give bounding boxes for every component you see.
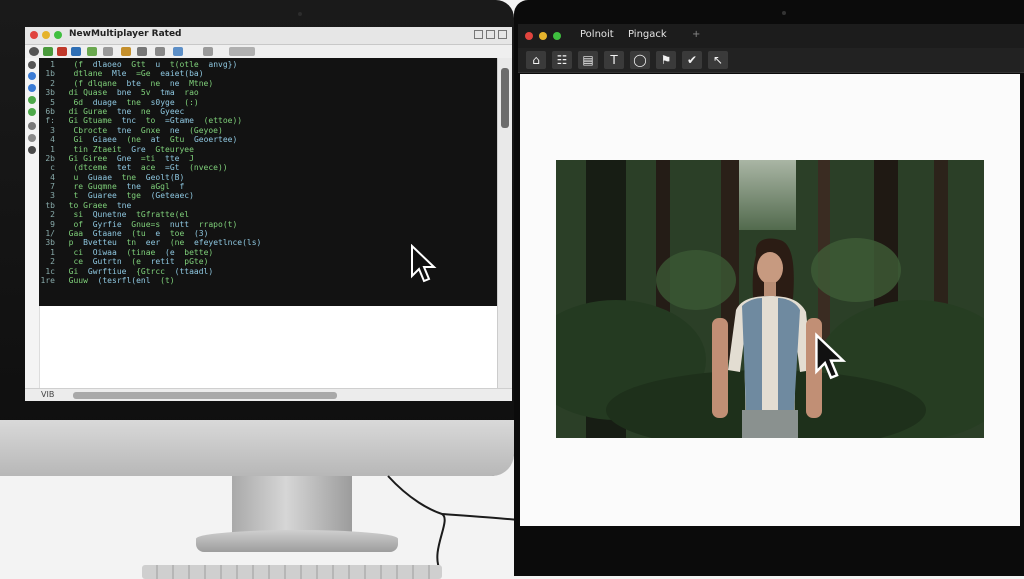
tab-polnoit[interactable]: Polnoit (580, 29, 614, 40)
code-line: 3 Cbrocte tne Gnxe ne (Geyoe) (50, 125, 223, 135)
gutter-arrow-icon[interactable] (28, 134, 36, 142)
horizontal-scrollbar[interactable]: VIB (25, 388, 512, 401)
editor-side-gutter (25, 58, 40, 388)
debug-icon[interactable] (71, 47, 81, 56)
layout-icon[interactable]: ▤ (578, 51, 598, 69)
stamp-icon[interactable]: ⚑ (656, 51, 676, 69)
gutter-star-icon[interactable] (28, 146, 36, 154)
photo-scene (556, 160, 984, 438)
horizontal-scrollbar-thumb[interactable] (73, 392, 337, 399)
minimize-window-icon[interactable] (42, 31, 50, 39)
search-icon[interactable] (203, 47, 213, 56)
vertical-scrollbar-thumb[interactable] (501, 68, 509, 128)
code-editor-window: NewMultiplayer Rated 1 (f dlaoeo Gtt u t… (25, 27, 512, 401)
new-tab-button[interactable]: + (692, 29, 700, 40)
close-window-icon[interactable] (30, 31, 38, 39)
build-icon[interactable] (87, 47, 97, 56)
imac-chin (0, 420, 514, 476)
pointer-tool-icon[interactable]: ↖ (708, 51, 728, 69)
image-editor-toolbar: ⌂ ☷ ▤ T ◯ ⚑ ✔ ↖ (518, 48, 1024, 73)
editor-toolbar (25, 45, 512, 59)
grid-icon[interactable]: ☷ (552, 51, 572, 69)
imac-stand (232, 476, 352, 536)
window-restore-box-icon[interactable] (486, 30, 495, 39)
camera-icon (298, 12, 302, 16)
code-line: 6b di Gurae tne ne Gyeec (45, 106, 185, 116)
gutter-info-icon[interactable] (28, 72, 36, 80)
editor-tab-bar: Polnoit Pingack + (518, 24, 1024, 48)
window-title: NewMultiplayer Rated (69, 29, 182, 39)
gutter-settings-icon[interactable] (28, 61, 36, 69)
speech-icon[interactable]: ◯ (630, 51, 650, 69)
window-titlebar: NewMultiplayer Rated (25, 27, 512, 45)
code-line: 1 (f dlaoeo Gtt u t(otle anvg}) (50, 60, 238, 69)
text-tool-icon[interactable]: T (604, 51, 624, 69)
power-cable (387, 475, 519, 571)
gutter-git-icon[interactable] (28, 96, 36, 104)
imac-bezel: NewMultiplayer Rated 1 (f dlaoeo Gtt u t… (0, 0, 514, 476)
minimize-window-icon[interactable] (539, 32, 547, 40)
vertical-scrollbar[interactable] (497, 58, 512, 388)
code-line: c (dtceme tet ace =Gt (nvece)) (50, 163, 228, 173)
settings-icon[interactable] (29, 47, 39, 56)
code-line: 4 u Guaae tne Geolt(B) (50, 172, 185, 182)
home-icon[interactable]: ⌂ (526, 51, 546, 69)
code-line: 4 Gi Giaee (ne at Gtu Geoertee) (50, 135, 238, 145)
code-line: 7 re Guqmne tne aGgl f (50, 182, 185, 192)
maximize-window-icon[interactable] (553, 32, 561, 40)
code-line: 2 si Qunetne tGfratte(el (50, 210, 190, 220)
open-file-icon[interactable] (103, 47, 113, 56)
code-line: 5 6d duage tne s0yge (:) (50, 97, 199, 107)
photo-mouse-cursor-icon (815, 332, 847, 380)
gutter-test-icon[interactable] (28, 108, 36, 116)
forest-portrait-photo (556, 160, 984, 438)
mouse-cursor-icon (411, 244, 437, 283)
gutter-debug-icon[interactable] (28, 84, 36, 92)
code-line: 3b di Quase bne 5v tma rao (45, 88, 199, 98)
monitor-camera-icon (782, 11, 786, 15)
status-indicator: VIB (41, 390, 55, 399)
gutter-bookmark-icon[interactable] (28, 122, 36, 130)
code-line: tb to Graee tne (45, 200, 132, 210)
code-line: 3 t Guaree tge (Geteaec) (50, 191, 194, 201)
save-icon[interactable] (121, 47, 131, 56)
window-close-box-icon[interactable] (498, 30, 507, 39)
code-line: 2 (f dlqane bte ne ne Mtne) (50, 78, 214, 88)
code-line: 2b Gi Giree Gne =ti tte J (45, 153, 194, 163)
code-line: 1 tin Ztaeit Gre Gteuryee (50, 144, 194, 154)
close-window-icon[interactable] (525, 32, 533, 40)
check-icon[interactable]: ✔ (682, 51, 702, 69)
view-toggle-icon[interactable] (229, 47, 255, 56)
imac-stand-base (196, 530, 398, 552)
paste-icon[interactable] (173, 47, 183, 56)
code-line: f: Gi Gtuame tnc to =Gtame (ettoe)) (45, 116, 243, 126)
keyboard (142, 565, 442, 579)
code-line: 9 of Gyrfie Gnue=s nutt rrapo(t) (50, 219, 238, 229)
run-icon[interactable] (43, 47, 53, 56)
window-minimize-box-icon[interactable] (474, 30, 483, 39)
maximize-window-icon[interactable] (54, 31, 62, 39)
cut-icon[interactable] (137, 47, 147, 56)
stop-icon[interactable] (57, 47, 67, 56)
code-line: 1/ Gaa Gtaane (tu e toe (3) (45, 229, 209, 239)
code-line: 1b dtlane Mle =Ge eaiet(ba) (45, 69, 204, 79)
tab-pingack[interactable]: Pingack (628, 29, 667, 40)
copy-icon[interactable] (155, 47, 165, 56)
